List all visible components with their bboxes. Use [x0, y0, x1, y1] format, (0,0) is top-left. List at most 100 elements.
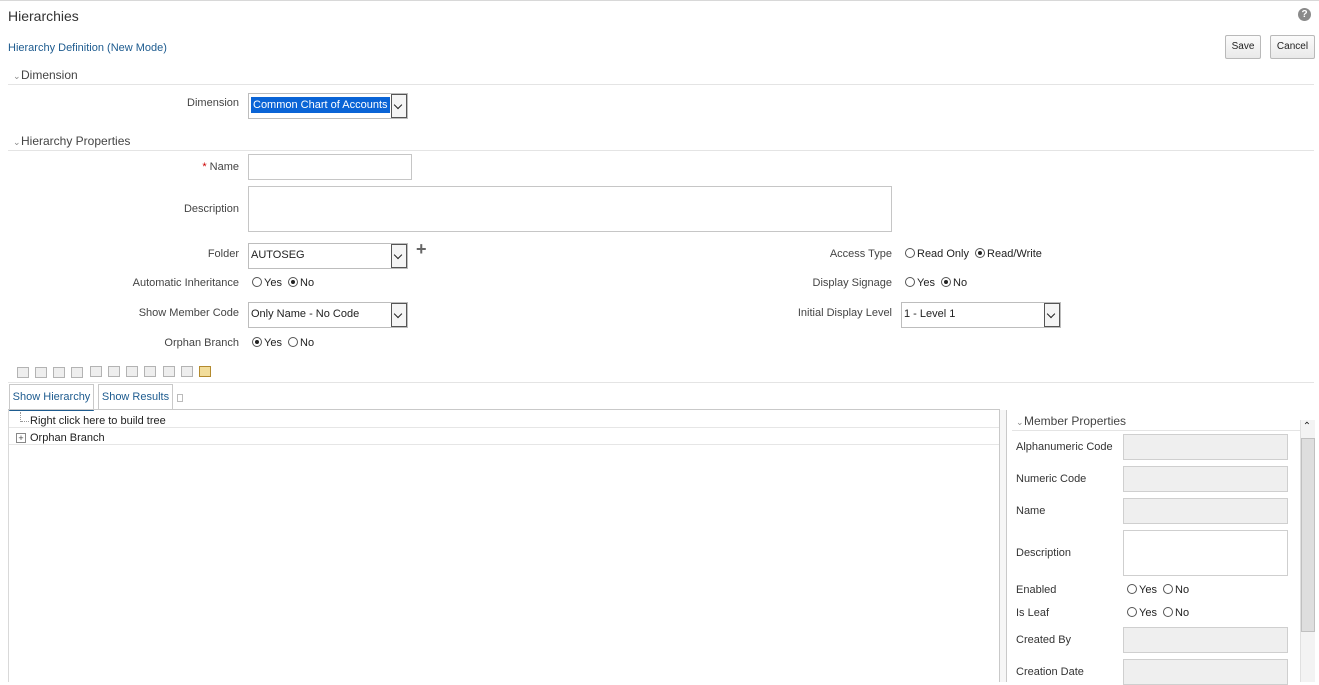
is-leaf-yes-radio[interactable]: [1127, 607, 1137, 617]
is-leaf-label: Is Leaf: [1016, 607, 1050, 619]
access-type-radio-group: Read Only Read/Write: [905, 248, 1045, 260]
tree-connector: [21, 421, 29, 423]
tree-node-orphan-branch[interactable]: Orphan Branch: [30, 432, 105, 444]
auto-inherit-yes-radio[interactable]: [252, 277, 262, 287]
member-name-label: Name: [1016, 505, 1046, 517]
chevron-down-icon[interactable]: [391, 94, 407, 118]
add-leaf-icon[interactable]: [53, 367, 65, 378]
description-label: Description: [183, 203, 239, 215]
chevron-down-icon: ⌄: [13, 137, 21, 147]
tab-show-hierarchy[interactable]: Show Hierarchy: [9, 384, 94, 411]
show-member-code-select[interactable]: Only Name - No Code: [248, 302, 408, 328]
enabled-yes-label: Yes: [1139, 584, 1157, 596]
initial-display-level-label: Initial Display Level: [797, 307, 892, 319]
creation-date-field: [1123, 659, 1288, 685]
dimension-label: Dimension: [187, 97, 239, 109]
display-signage-label: Display Signage: [812, 277, 893, 289]
orphan-no-label: No: [300, 337, 315, 349]
scrollbar-thumb[interactable]: [1301, 438, 1315, 632]
top-border: [0, 0, 1319, 1]
member-name-field: [1123, 498, 1288, 524]
add-folder-icon[interactable]: +: [416, 240, 427, 258]
signage-yes-radio[interactable]: [905, 277, 915, 287]
member-properties-header[interactable]: ⌄Member Properties: [1016, 414, 1126, 428]
dimension-select[interactable]: Common Chart of Accounts: [248, 93, 408, 119]
orphan-branch-label: Orphan Branch: [164, 337, 239, 349]
created-by-label: Created By: [1016, 634, 1072, 646]
orphan-no-radio[interactable]: [288, 337, 299, 347]
panel-splitter[interactable]: [999, 410, 1007, 682]
access-read-only-radio[interactable]: [905, 248, 915, 258]
member-description-field: [1123, 530, 1288, 576]
tree-row-divider: [8, 444, 1000, 445]
is-leaf-no-label: No: [1175, 607, 1190, 619]
initial-display-level-select[interactable]: 1 - Level 1: [901, 302, 1061, 328]
show-member-code-value: Only Name - No Code: [251, 308, 360, 320]
tab-show-results[interactable]: Show Results: [98, 384, 173, 409]
collapse-all-icon[interactable]: [108, 366, 120, 377]
is-leaf-yes-label: Yes: [1139, 607, 1157, 619]
dimension-select-value: Common Chart of Accounts: [251, 97, 390, 113]
folder-label: Folder: [207, 248, 239, 260]
section-divider: [1012, 430, 1300, 431]
section-divider: [8, 84, 1314, 85]
description-textarea[interactable]: [248, 186, 892, 232]
display-signage-radio-group: Yes No: [905, 277, 970, 289]
orphan-branch-radio-group: Yes No: [252, 337, 317, 349]
save-button[interactable]: Save: [1225, 35, 1261, 59]
alphanumeric-code-label: Alphanumeric Code: [1016, 441, 1113, 453]
orphan-yes-label: Yes: [264, 337, 282, 349]
chevron-down-icon: ⌄: [13, 71, 21, 81]
enabled-yes-radio[interactable]: [1127, 584, 1137, 594]
created-by-field: [1123, 627, 1288, 653]
collapse-branch-icon[interactable]: [144, 366, 156, 377]
add-child-icon[interactable]: [17, 367, 29, 378]
chevron-down-icon[interactable]: [391, 303, 407, 327]
add-sibling-icon[interactable]: [35, 367, 47, 378]
tree-root-hint[interactable]: Right click here to build tree: [30, 415, 166, 427]
scroll-up-icon[interactable]: ⌃: [1302, 422, 1312, 432]
name-input[interactable]: [248, 154, 412, 180]
member-description-label: Description: [1016, 547, 1072, 559]
orphan-yes-radio[interactable]: [252, 337, 262, 347]
expand-branch-icon[interactable]: [126, 366, 138, 377]
expand-node-icon[interactable]: +: [16, 433, 26, 443]
name-label: * Name: [100, 161, 239, 173]
chevron-down-icon: ⌄: [1016, 417, 1024, 427]
access-read-only-label: Read Only: [917, 248, 969, 260]
automatic-inheritance-label: Automatic Inheritance: [132, 277, 239, 289]
name-label-text: Name: [209, 161, 239, 173]
auto-inherit-no-label: No: [300, 277, 315, 289]
properties-section-header[interactable]: ⌄Hierarchy Properties: [13, 134, 130, 148]
dimension-section-title: Dimension: [21, 68, 78, 82]
tree-row-divider: [8, 427, 1000, 428]
tab-bar-divider: [8, 409, 1000, 410]
enabled-no-label: No: [1175, 584, 1190, 596]
folder-select-value: AUTOSEG: [251, 249, 305, 261]
is-leaf-no-radio[interactable]: [1163, 607, 1174, 617]
enabled-no-radio[interactable]: [1163, 584, 1174, 594]
show-member-code-label: Show Member Code: [138, 307, 239, 319]
numeric-code-label: Numeric Code: [1016, 473, 1087, 485]
folder-select[interactable]: AUTOSEG: [248, 243, 408, 269]
auto-inherit-no-radio[interactable]: [288, 277, 299, 287]
access-read-write-radio[interactable]: [975, 248, 986, 258]
expand-all-icon[interactable]: [90, 366, 102, 377]
delete-node-icon[interactable]: [71, 367, 83, 378]
cancel-button[interactable]: Cancel: [1270, 35, 1315, 59]
help-icon[interactable]: ?: [1298, 8, 1311, 21]
dimension-section-header[interactable]: ⌄Dimension: [13, 68, 78, 82]
chevron-down-icon[interactable]: [391, 244, 407, 268]
page-title: Hierarchies: [8, 8, 79, 24]
list-view-icon[interactable]: [181, 366, 193, 377]
enabled-label: Enabled: [1016, 584, 1057, 596]
chevron-down-icon[interactable]: [1044, 303, 1060, 327]
automatic-inheritance-radio-group: Yes No: [252, 277, 317, 289]
access-type-label: Access Type: [829, 248, 892, 260]
tab-overflow-icon[interactable]: [177, 394, 183, 402]
tree-view-icon[interactable]: [163, 366, 175, 377]
signage-no-radio[interactable]: [941, 277, 952, 287]
member-properties-icon[interactable]: [199, 366, 211, 377]
creation-date-label: Creation Date: [1016, 666, 1084, 678]
signage-no-label: No: [953, 277, 968, 289]
